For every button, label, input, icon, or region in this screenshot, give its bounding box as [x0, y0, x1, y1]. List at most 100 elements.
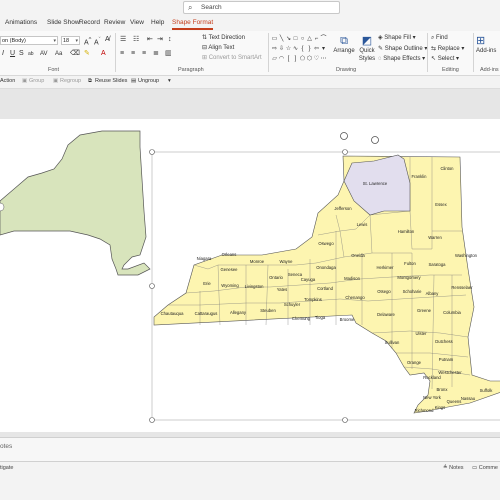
- arc-icon[interactable]: ◠: [278, 54, 285, 64]
- tab-slide-show[interactable]: Slide Show: [47, 19, 80, 26]
- text-box-icon[interactable]: ▭: [271, 34, 278, 44]
- resize-handle[interactable]: [149, 417, 155, 423]
- tab-record[interactable]: Record: [79, 19, 100, 26]
- columns-icon[interactable]: ▥: [165, 50, 172, 58]
- county-label: Cortland: [317, 286, 333, 291]
- triangle-icon[interactable]: △: [306, 34, 313, 44]
- notes-toggle[interactable]: ≜ Notes: [443, 465, 464, 471]
- rotate-handle-icon[interactable]: [340, 132, 348, 140]
- comments-toggle[interactable]: ▭ Comme: [472, 465, 498, 471]
- resize-handle[interactable]: [342, 417, 348, 423]
- font-color-icon[interactable]: A: [101, 50, 106, 58]
- notes-pane[interactable]: otes: [0, 437, 500, 461]
- search-box[interactable]: ⌕ Search: [183, 1, 340, 14]
- parallelogram-icon[interactable]: ▱: [271, 54, 278, 64]
- align-text-button[interactable]: ⊟ Align Text: [202, 44, 234, 52]
- county-label: Otsego: [377, 289, 391, 294]
- reuse-slides-icon[interactable]: ⧉: [88, 78, 92, 85]
- increase-indent-icon[interactable]: ⇥: [157, 36, 163, 44]
- tab-shape-format[interactable]: Shape Format: [172, 19, 214, 30]
- bracket-icon[interactable]: [: [285, 54, 292, 64]
- county-label: Orange: [407, 360, 422, 365]
- action-button[interactable]: Action: [0, 78, 15, 84]
- arrow-line-icon[interactable]: ↘: [285, 34, 292, 44]
- heart-icon[interactable]: ♡: [313, 54, 320, 64]
- hexagon-icon[interactable]: ⬡: [306, 54, 313, 64]
- county-label: Erie: [203, 281, 211, 286]
- font-size-dropdown[interactable]: 18 ▾: [61, 36, 80, 45]
- oval-icon[interactable]: ○: [299, 34, 306, 44]
- line-spacing-icon[interactable]: ↕: [168, 36, 172, 44]
- elbow-icon[interactable]: ⌐: [313, 34, 320, 44]
- shadow-icon[interactable]: ab: [28, 50, 34, 58]
- numbering-icon[interactable]: ☷: [133, 36, 139, 44]
- addins-button[interactable]: ⊞ Add-ins: [476, 35, 500, 55]
- text-direction-button[interactable]: ⇅ Text Direction: [202, 34, 245, 42]
- quick-styles-button[interactable]: ◩ Quick Styles: [356, 35, 378, 63]
- highlight-icon[interactable]: ✎: [84, 50, 90, 58]
- bracket-close-icon[interactable]: ]: [292, 54, 299, 64]
- county-label: Oswego: [318, 241, 334, 246]
- decrease-font-icon[interactable]: Aˇ: [94, 36, 101, 47]
- regroup-icon[interactable]: ▣: [53, 78, 58, 84]
- arrange-label: Arrange: [333, 48, 355, 54]
- italic-icon[interactable]: I: [2, 50, 4, 58]
- group-icon[interactable]: ▣: [22, 78, 27, 84]
- strikethrough-icon[interactable]: S: [19, 50, 24, 58]
- select-button[interactable]: ↖ Select ▾: [431, 55, 459, 63]
- tab-review[interactable]: Review: [104, 19, 125, 26]
- text-direction-label: Text Direction: [208, 35, 245, 41]
- slide[interactable]: Clinton Franklin St. Lawrence Essex Jeff…: [0, 119, 500, 432]
- justify-icon[interactable]: ≣: [153, 50, 159, 58]
- customize-toolbar-icon[interactable]: ▾: [168, 78, 171, 84]
- rotate-handle-icon[interactable]: [371, 136, 379, 144]
- tab-help[interactable]: Help: [151, 19, 164, 26]
- status-bar: tigate ≜ Notes ▭ Comme: [0, 461, 500, 500]
- ungroup-icon[interactable]: ▤: [131, 78, 136, 84]
- shape-effects-button[interactable]: ◌ Shape Effects ▾: [378, 55, 425, 63]
- font-name-dropdown[interactable]: on (Body) ▾: [0, 36, 58, 45]
- find-button[interactable]: ⌕ Find: [431, 34, 448, 42]
- char-spacing-icon[interactable]: AV: [40, 50, 48, 58]
- rectangle-icon[interactable]: □: [292, 34, 299, 44]
- left-arrow-icon[interactable]: ⇦: [313, 44, 320, 54]
- line-icon[interactable]: ╲: [278, 34, 285, 44]
- change-case-icon[interactable]: Aa: [55, 50, 62, 58]
- brace-close-icon[interactable]: }: [306, 44, 313, 54]
- reuse-slides-button[interactable]: Reuse Slides: [95, 78, 127, 84]
- pentagon-icon[interactable]: ⬠: [299, 54, 306, 64]
- align-center-icon[interactable]: ≡: [131, 50, 135, 58]
- increase-font-icon[interactable]: A^: [84, 36, 91, 47]
- align-text-label: Align Text: [208, 45, 235, 51]
- resize-handle[interactable]: [342, 149, 348, 155]
- more-shapes-icon[interactable]: ▾: [320, 44, 327, 54]
- down-arrow-icon[interactable]: ⇩: [278, 44, 285, 54]
- tab-animations[interactable]: Animations: [5, 19, 37, 26]
- underline-icon[interactable]: U: [10, 50, 15, 58]
- curve-icon[interactable]: ∿: [292, 44, 299, 54]
- group-button[interactable]: Group: [29, 78, 44, 84]
- replace-button[interactable]: ⇆ Replace ▾: [431, 45, 464, 53]
- regroup-button[interactable]: Regroup: [60, 78, 81, 84]
- brace-icon[interactable]: {: [299, 44, 306, 54]
- connector-icon[interactable]: ⌒: [320, 34, 327, 44]
- ungroup-button[interactable]: Ungroup: [138, 78, 159, 84]
- convert-smartart-button[interactable]: ⊞ Convert to SmartArt: [202, 54, 262, 62]
- resize-handle[interactable]: [149, 283, 155, 289]
- align-right-icon[interactable]: ≡: [142, 50, 146, 58]
- shapes-gallery[interactable]: ▭ ╲ ↘ □ ○ △ ⌐ ⌒ ⇨ ⇩ ☆ ∿ { } ⇦ ▾ ▱ ◠ [ ] …: [271, 34, 327, 64]
- align-left-icon[interactable]: ≡: [120, 50, 124, 58]
- ny-outline-shape[interactable]: [0, 130, 151, 276]
- bullets-icon[interactable]: ☰: [120, 36, 126, 44]
- right-arrow-icon[interactable]: ⇨: [271, 44, 278, 54]
- eraser-icon[interactable]: ⌫: [70, 50, 80, 58]
- arrange-button[interactable]: ⧉ Arrange: [332, 35, 356, 55]
- clear-format-icon[interactable]: A̸: [105, 36, 110, 44]
- tab-view[interactable]: View: [130, 19, 144, 26]
- shape-outline-button[interactable]: ✎ Shape Outline ▾: [378, 45, 427, 53]
- star-icon[interactable]: ☆: [285, 44, 292, 54]
- shape-fill-button[interactable]: ◈ Shape Fill ▾: [378, 34, 416, 42]
- resize-handle[interactable]: [149, 149, 155, 155]
- scroll-more-icon[interactable]: ⋯: [320, 54, 327, 64]
- decrease-indent-icon[interactable]: ⇤: [147, 36, 153, 44]
